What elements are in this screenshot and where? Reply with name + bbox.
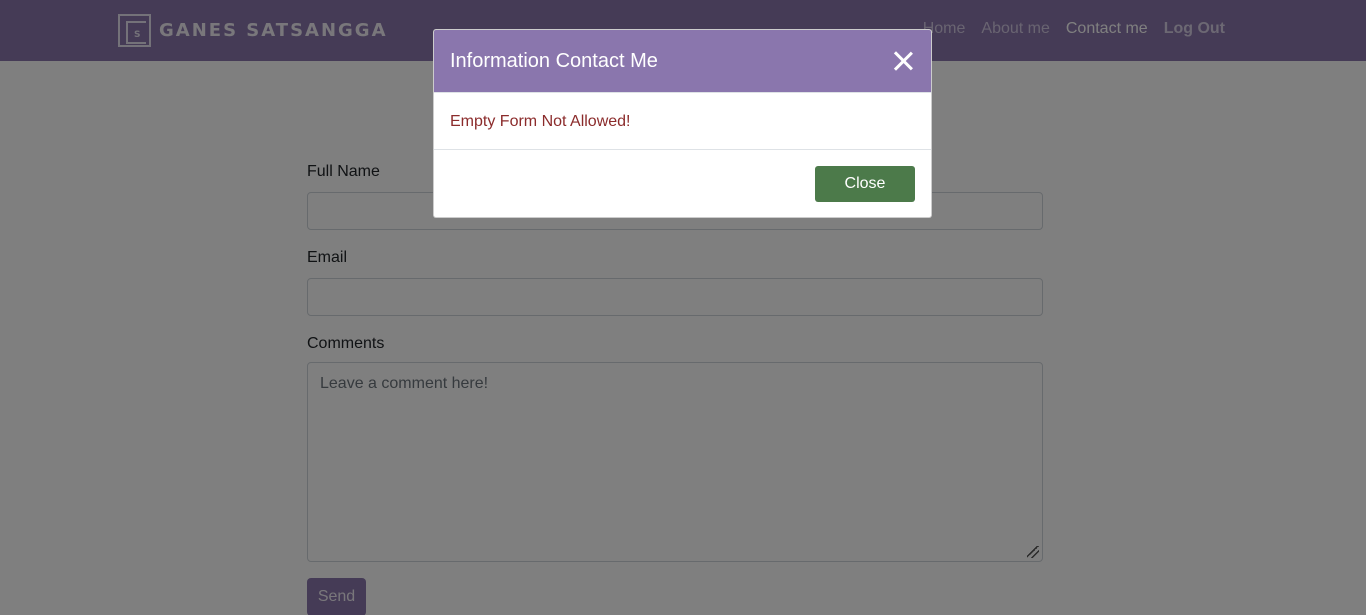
modal-title: Information Contact Me <box>450 50 658 72</box>
modal-header: Information Contact Me <box>434 30 931 93</box>
info-modal: Information Contact Me Empty Form Not Al… <box>433 29 932 218</box>
modal-body: Empty Form Not Allowed! <box>434 93 931 150</box>
close-icon[interactable] <box>891 49 915 73</box>
close-button[interactable]: Close <box>815 166 915 202</box>
modal-footer: Close <box>434 150 931 217</box>
modal-message: Empty Form Not Allowed! <box>450 113 631 130</box>
